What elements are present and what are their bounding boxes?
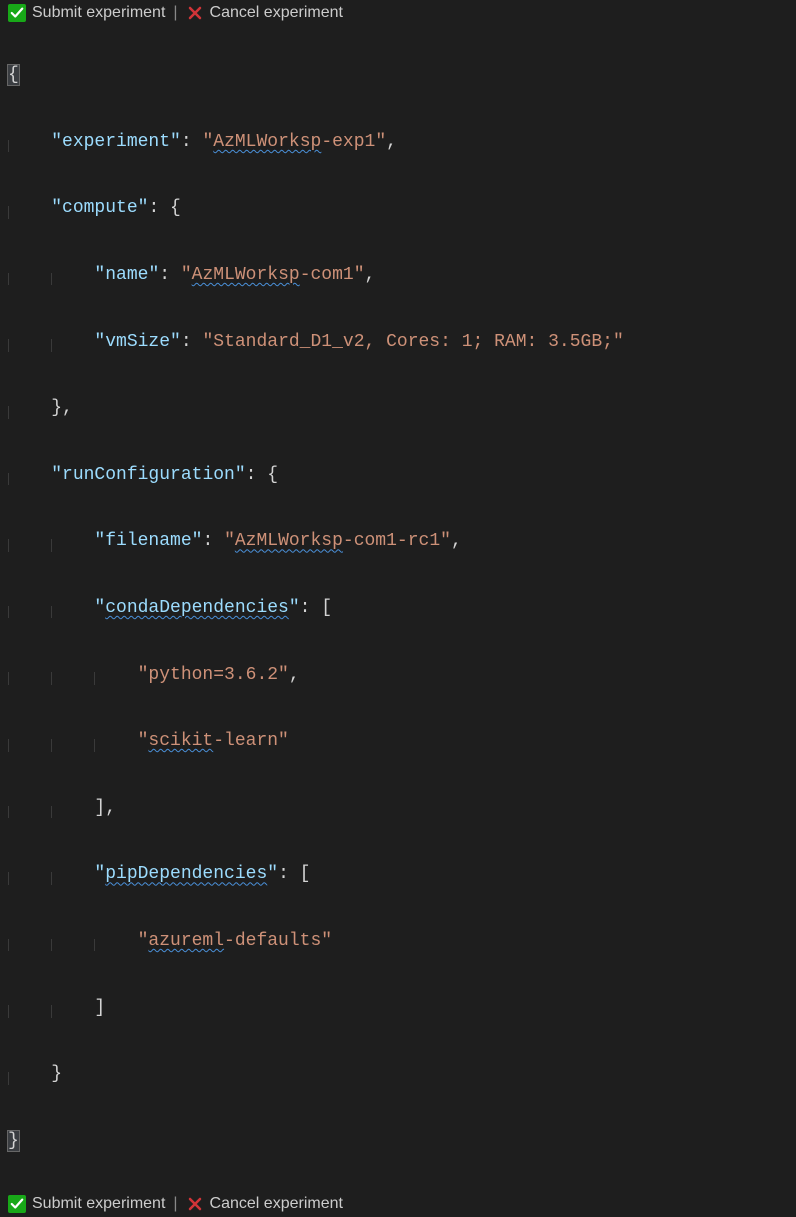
key-condadeps: condaDependencies [105, 598, 289, 618]
codelens-bar-bottom: Submit experiment | Cancel experiment [0, 1191, 796, 1217]
val-conda1-squiggle: scikit [148, 731, 213, 751]
brace-close: } [8, 1131, 19, 1151]
key-pipdeps: pipDependencies [105, 864, 267, 884]
divider-bottom: | [173, 1195, 177, 1213]
cancel-experiment-link[interactable]: Cancel experiment [186, 4, 343, 22]
key-runconfig: runConfiguration [62, 465, 235, 485]
val-conda1-suffix: -learn [213, 731, 278, 751]
val-compute-name-squiggle: AzMLWorksp [192, 265, 300, 285]
cross-icon [186, 1195, 204, 1213]
submit-experiment-link[interactable]: Submit experiment [8, 4, 165, 22]
key-experiment: experiment [62, 132, 170, 152]
key-name: name [105, 265, 148, 285]
check-icon [8, 1195, 26, 1213]
val-vmsize: Standard_D1_v2, Cores: 1; RAM: 3.5GB; [213, 332, 613, 352]
val-experiment-suffix: -exp1 [321, 132, 375, 152]
val-pip0-suffix: -defaults [224, 931, 321, 951]
val-compute-name-suffix: -com1 [300, 265, 354, 285]
check-icon [8, 4, 26, 22]
key-compute: compute [62, 198, 138, 218]
cancel-label-bottom: Cancel experiment [210, 1195, 343, 1213]
submit-experiment-link-bottom[interactable]: Submit experiment [8, 1195, 165, 1213]
submit-label-bottom: Submit experiment [32, 1195, 165, 1213]
val-filename-suffix: -com1-rc1 [343, 531, 440, 551]
cancel-experiment-link-bottom[interactable]: Cancel experiment [186, 1195, 343, 1213]
val-experiment-squiggle: AzMLWorksp [213, 132, 321, 152]
val-conda0: python=3.6.2 [148, 665, 278, 685]
val-pip0-squiggle: azureml [148, 931, 224, 951]
cross-icon [186, 4, 204, 22]
cancel-label: Cancel experiment [210, 4, 343, 22]
submit-label: Submit experiment [32, 4, 165, 22]
val-filename-squiggle: AzMLWorksp [235, 531, 343, 551]
json-editor[interactable]: { "experiment": "AzMLWorksp-exp1", "comp… [0, 26, 796, 1191]
codelens-bar-top: Submit experiment | Cancel experiment [0, 0, 796, 26]
key-vmsize: vmSize [105, 332, 170, 352]
key-filename: filename [105, 531, 191, 551]
divider: | [173, 4, 177, 22]
brace-open: { [8, 65, 19, 85]
